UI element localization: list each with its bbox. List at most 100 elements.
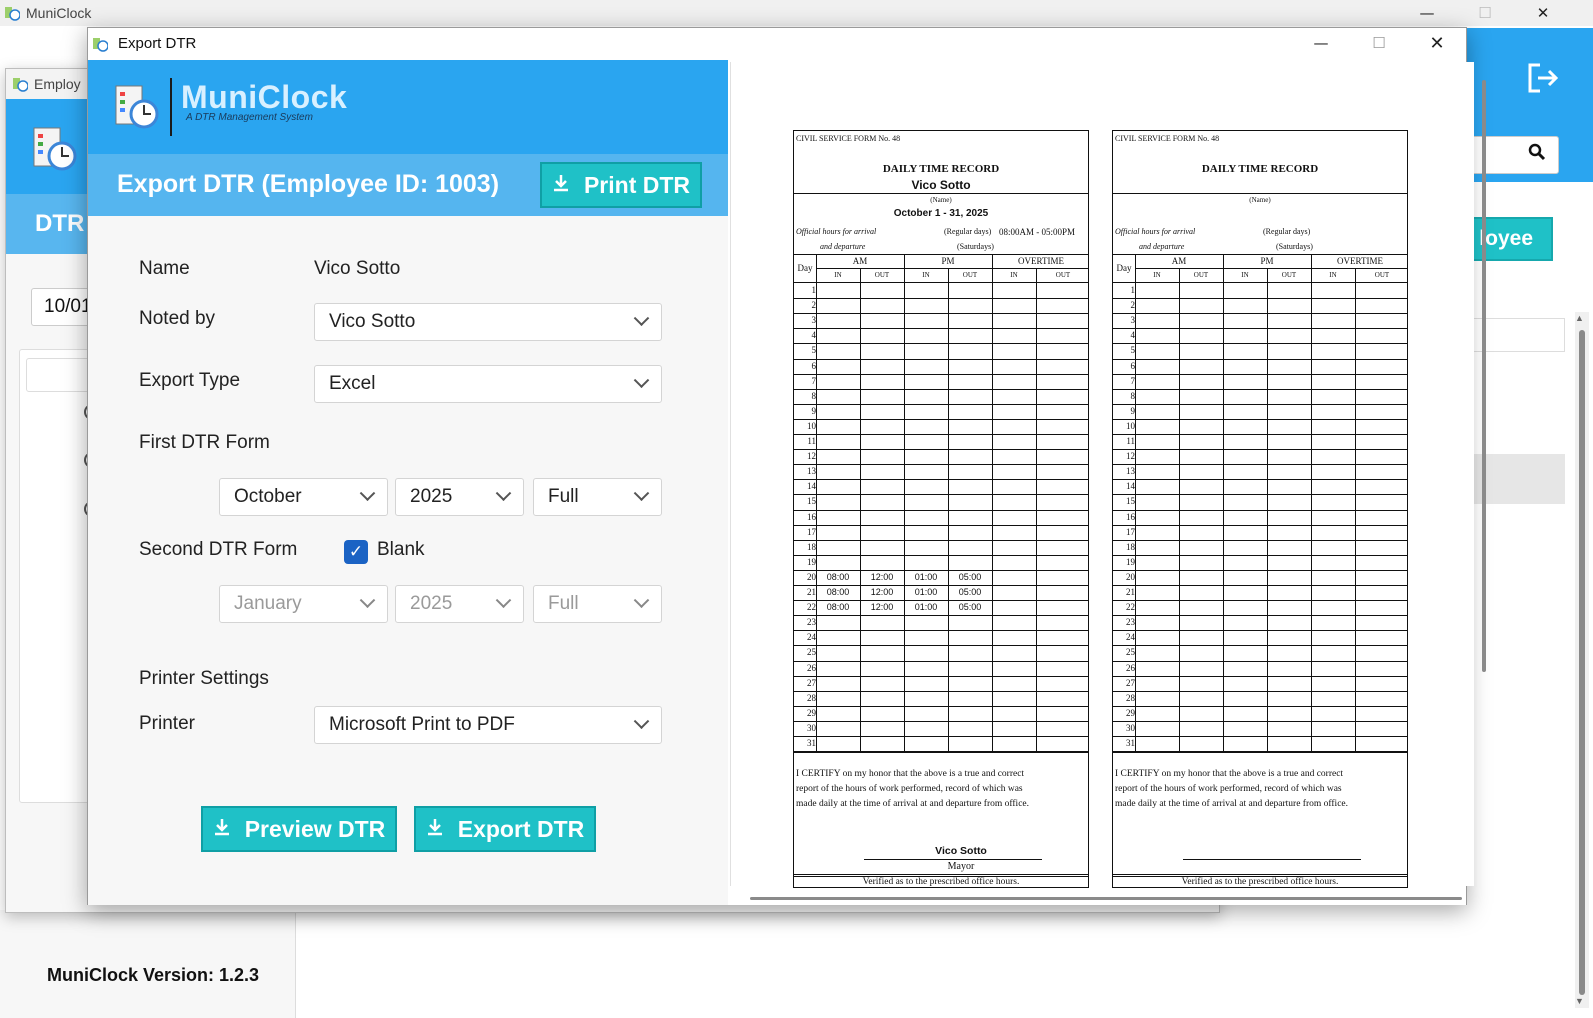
chevron-down-icon xyxy=(633,309,650,326)
day-number: 14 xyxy=(807,481,816,492)
print-dtr-label: Print DTR xyxy=(583,171,691,198)
main-close-button[interactable]: ✕ xyxy=(1520,0,1566,26)
name-caption: (Name) xyxy=(930,196,952,204)
day-number: 28 xyxy=(1126,692,1135,703)
time-cell: 01:00 xyxy=(914,571,938,582)
chevron-down-icon xyxy=(359,484,376,501)
day-number: 5 xyxy=(1130,345,1136,356)
first-range-select[interactable]: Full xyxy=(533,478,662,516)
name-line xyxy=(1113,193,1407,194)
day-number: 6 xyxy=(811,360,817,371)
grid-line xyxy=(1113,373,1407,375)
search-icon[interactable] xyxy=(1528,143,1548,163)
grid-line xyxy=(1113,705,1407,707)
noted-by-value: Vico Sotto xyxy=(329,311,416,332)
day-number: 1 xyxy=(811,285,817,295)
grid-line xyxy=(1113,539,1407,541)
preview-dtr-button[interactable]: Preview DTR xyxy=(201,806,397,852)
app-icon xyxy=(4,5,21,21)
download-icon xyxy=(426,816,444,843)
table-row[interactable] xyxy=(1465,454,1565,504)
export-type-select[interactable]: Excel xyxy=(314,365,662,403)
grid-line xyxy=(1113,645,1407,647)
day-number: 7 xyxy=(811,375,817,386)
grid-line xyxy=(1113,524,1407,526)
main-maximize-button[interactable]: ☐ xyxy=(1462,0,1508,26)
second-month-select[interactable]: January xyxy=(219,585,388,623)
scroll-down-icon[interactable]: ▼ xyxy=(1575,996,1584,1006)
export-maximize-button[interactable]: ☐ xyxy=(1356,30,1402,56)
add-employee-button[interactable]: loyee xyxy=(1465,217,1553,261)
dtr-title: DAILY TIME RECORD xyxy=(882,163,1000,175)
day-number: 13 xyxy=(1126,466,1135,477)
day-number: 6 xyxy=(1130,360,1136,371)
day-number: 10 xyxy=(807,420,816,431)
out-header: OUT xyxy=(1374,271,1390,279)
noted-by-select[interactable]: Vico Sotto xyxy=(314,303,662,341)
blank-checkbox[interactable]: ✓ xyxy=(344,540,368,564)
export-minimize-button[interactable]: — xyxy=(1298,30,1344,56)
signatory-title: Mayor xyxy=(947,861,975,872)
day-number: 30 xyxy=(1126,722,1135,733)
grid-line xyxy=(1113,874,1407,875)
first-year-select[interactable]: 2025 xyxy=(395,478,524,516)
grid-line xyxy=(794,358,1088,360)
signature-line xyxy=(864,859,1042,860)
day-number: 26 xyxy=(1126,662,1135,673)
grid-line xyxy=(1113,479,1407,481)
out-header: OUT xyxy=(1055,271,1071,279)
main-minimize-button[interactable]: — xyxy=(1404,0,1450,26)
regular-days-label: (Regular days) xyxy=(1263,227,1311,236)
first-month-select[interactable]: October xyxy=(219,478,388,516)
grid-line xyxy=(794,705,1088,707)
regular-days-label: (Regular days) xyxy=(944,227,992,236)
preview-vertical-scrollbar[interactable] xyxy=(1482,80,1486,672)
day-number: 13 xyxy=(807,466,816,477)
first-dtr-form-label: First DTR Form xyxy=(139,432,270,453)
main-scroll-thumb[interactable] xyxy=(1579,330,1585,995)
chevron-down-icon xyxy=(359,591,376,608)
export-dtr-button[interactable]: Export DTR xyxy=(414,806,596,852)
export-close-button[interactable]: ✕ xyxy=(1414,30,1460,56)
out-header: OUT xyxy=(1281,271,1297,279)
grid-line xyxy=(794,874,1088,875)
grid-line xyxy=(794,282,1088,283)
grid-line xyxy=(1113,343,1407,345)
overtime-header: OVERTIME xyxy=(1337,256,1383,266)
time-cell: 05:00 xyxy=(958,571,982,582)
logout-icon[interactable] xyxy=(1526,62,1560,94)
official-hours-label: Official hours for arrival xyxy=(796,227,877,236)
grid-line xyxy=(1113,615,1407,617)
second-year-select[interactable]: 2025 xyxy=(395,585,524,623)
day-number: 17 xyxy=(1126,526,1135,537)
main-sidebar xyxy=(0,910,296,1018)
employee-dtr-tab[interactable]: DTR xyxy=(6,194,96,254)
departure-label: and departure xyxy=(1139,242,1185,251)
employee-window-title: Employ xyxy=(34,76,81,92)
day-number: 1 xyxy=(1130,285,1136,295)
day-number: 20 xyxy=(1126,571,1135,582)
grid-line xyxy=(794,736,1088,737)
grid-line xyxy=(1113,569,1407,571)
preview-horizontal-scrollbar[interactable] xyxy=(750,897,1462,900)
print-dtr-button[interactable]: Print DTR xyxy=(540,162,702,208)
scroll-up-icon[interactable]: ▲ xyxy=(1575,313,1584,323)
grid-line xyxy=(794,660,1088,662)
export-heading: Export DTR (Employee ID: 1003) xyxy=(117,170,500,198)
day-number: 28 xyxy=(807,692,816,703)
export-type-label: Export Type xyxy=(139,370,241,391)
main-filter-field[interactable] xyxy=(1465,318,1565,352)
grid-line xyxy=(794,615,1088,617)
grid-line xyxy=(816,268,1088,269)
export-window-title: Export DTR xyxy=(118,35,197,52)
day-number: 12 xyxy=(807,451,816,462)
grid-line xyxy=(1113,449,1407,451)
certification-text: I CERTIFY on my honor that the above is … xyxy=(1115,769,1349,809)
employee-panel-field[interactable] xyxy=(26,358,96,392)
in-header: IN xyxy=(1329,271,1337,279)
grid-line xyxy=(1113,690,1407,692)
grid-line xyxy=(1113,720,1407,722)
second-range-select[interactable]: Full xyxy=(533,585,662,623)
grid-line xyxy=(1113,494,1407,496)
printer-select[interactable]: Microsoft Print to PDF xyxy=(314,706,662,744)
